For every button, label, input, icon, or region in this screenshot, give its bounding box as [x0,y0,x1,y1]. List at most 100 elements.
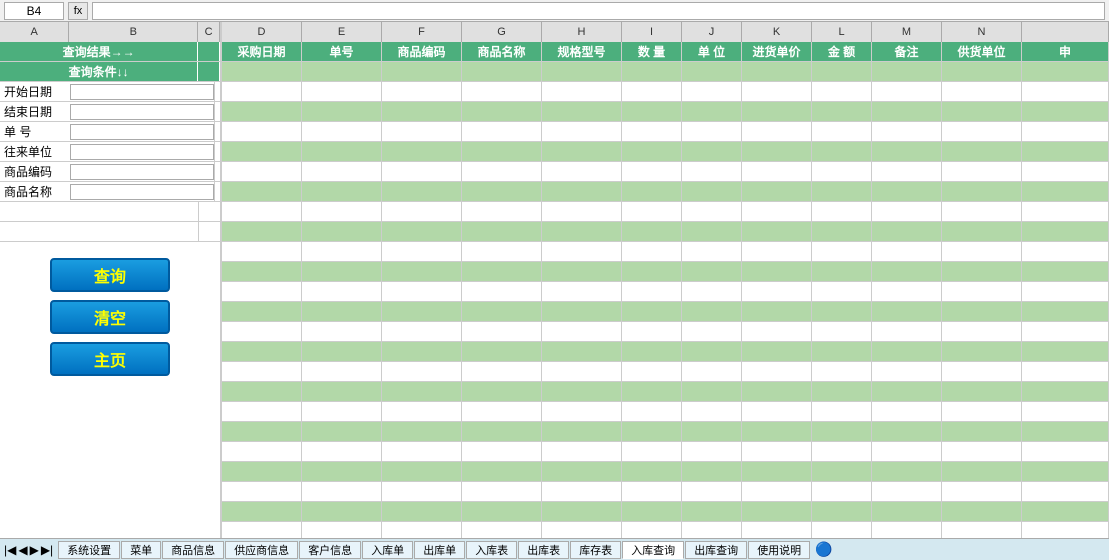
table-cell[interactable] [542,62,622,82]
table-cell[interactable] [872,262,942,282]
table-cell[interactable] [542,82,622,102]
table-cell[interactable] [222,362,302,382]
table-cell[interactable] [382,62,462,82]
table-cell[interactable] [682,262,742,282]
table-cell[interactable] [812,322,872,342]
table-cell[interactable] [622,322,682,342]
table-cell[interactable] [742,502,812,522]
table-cell[interactable] [222,62,302,82]
tab-nav-prev[interactable]: ◀ [18,543,27,557]
table-cell[interactable] [382,382,462,402]
table-cell[interactable] [382,122,462,142]
table-cell[interactable] [872,382,942,402]
table-cell[interactable] [872,162,942,182]
tab-nav-left[interactable]: |◀ ◀ ▶ ▶| [4,543,53,557]
table-cell[interactable] [682,62,742,82]
table-cell-extra[interactable] [1022,162,1109,182]
table-cell[interactable] [622,522,682,538]
table-cell[interactable] [682,122,742,142]
table-cell[interactable] [542,462,622,482]
fx-button[interactable]: fx [68,2,88,20]
table-cell[interactable] [382,442,462,462]
table-cell[interactable] [812,282,872,302]
tab-nav-next[interactable]: ▶ [30,543,39,557]
table-cell[interactable] [742,342,812,362]
table-cell[interactable] [622,262,682,282]
table-cell[interactable] [742,262,812,282]
table-cell[interactable] [302,502,382,522]
table-cell[interactable] [462,102,542,122]
table-cell[interactable] [462,262,542,282]
table-cell[interactable] [682,222,742,242]
table-cell[interactable] [872,302,942,322]
table-cell[interactable] [222,262,302,282]
table-cell[interactable] [222,522,302,538]
table-cell[interactable] [542,282,622,302]
table-cell[interactable] [742,382,812,402]
table-cell[interactable] [872,242,942,262]
table-cell[interactable] [622,342,682,362]
table-cell[interactable] [742,222,812,242]
table-cell[interactable] [942,382,1022,402]
table-cell[interactable] [462,62,542,82]
table-cell[interactable] [682,182,742,202]
table-cell[interactable] [742,182,812,202]
table-cell[interactable] [382,482,462,502]
table-cell[interactable] [382,302,462,322]
table-cell[interactable] [942,482,1022,502]
table-cell[interactable] [622,462,682,482]
table-cell[interactable] [942,402,1022,422]
tab-menu[interactable]: 菜单 [121,541,161,559]
table-cell[interactable] [622,482,682,502]
table-cell-extra[interactable] [1022,82,1109,102]
table-cell[interactable] [622,242,682,262]
table-cell[interactable] [302,222,382,242]
table-cell[interactable] [812,382,872,402]
table-cell[interactable] [382,402,462,422]
table-cell[interactable] [812,142,872,162]
table-cell[interactable] [742,322,812,342]
table-cell[interactable] [622,182,682,202]
table-cell[interactable] [382,282,462,302]
table-cell[interactable] [622,142,682,162]
table-cell[interactable] [942,322,1022,342]
table-cell[interactable] [382,522,462,538]
table-cell[interactable] [682,202,742,222]
table-cell[interactable] [622,122,682,142]
table-cell[interactable] [382,182,462,202]
table-cell[interactable] [682,82,742,102]
table-cell[interactable] [462,422,542,442]
table-cell[interactable] [742,122,812,142]
tab-outbound-table[interactable]: 出库表 [518,541,569,559]
table-cell[interactable] [682,502,742,522]
table-cell[interactable] [302,362,382,382]
table-cell-extra[interactable] [1022,482,1109,502]
tab-customer-info[interactable]: 客户信息 [299,541,361,559]
table-cell[interactable] [542,142,622,162]
table-cell[interactable] [682,302,742,322]
table-cell[interactable] [812,202,872,222]
table-cell[interactable] [542,502,622,522]
table-cell[interactable] [302,302,382,322]
table-cell[interactable] [542,442,622,462]
table-cell[interactable] [742,62,812,82]
table-cell[interactable] [872,522,942,538]
table-cell[interactable] [542,422,622,442]
table-cell[interactable] [812,182,872,202]
table-cell[interactable] [872,482,942,502]
table-cell[interactable] [742,142,812,162]
table-cell[interactable] [302,522,382,538]
table-cell[interactable] [542,302,622,322]
table-cell[interactable] [942,342,1022,362]
order-no-input[interactable] [70,124,214,140]
table-cell[interactable] [942,142,1022,162]
table-cell-extra[interactable] [1022,402,1109,422]
table-cell[interactable] [682,102,742,122]
table-cell[interactable] [682,462,742,482]
table-cell[interactable] [872,62,942,82]
table-cell[interactable] [382,102,462,122]
table-cell-extra[interactable] [1022,282,1109,302]
tab-inbound-table[interactable]: 入库表 [466,541,517,559]
table-cell[interactable] [872,422,942,442]
tab-nav-first[interactable]: |◀ [4,543,16,557]
